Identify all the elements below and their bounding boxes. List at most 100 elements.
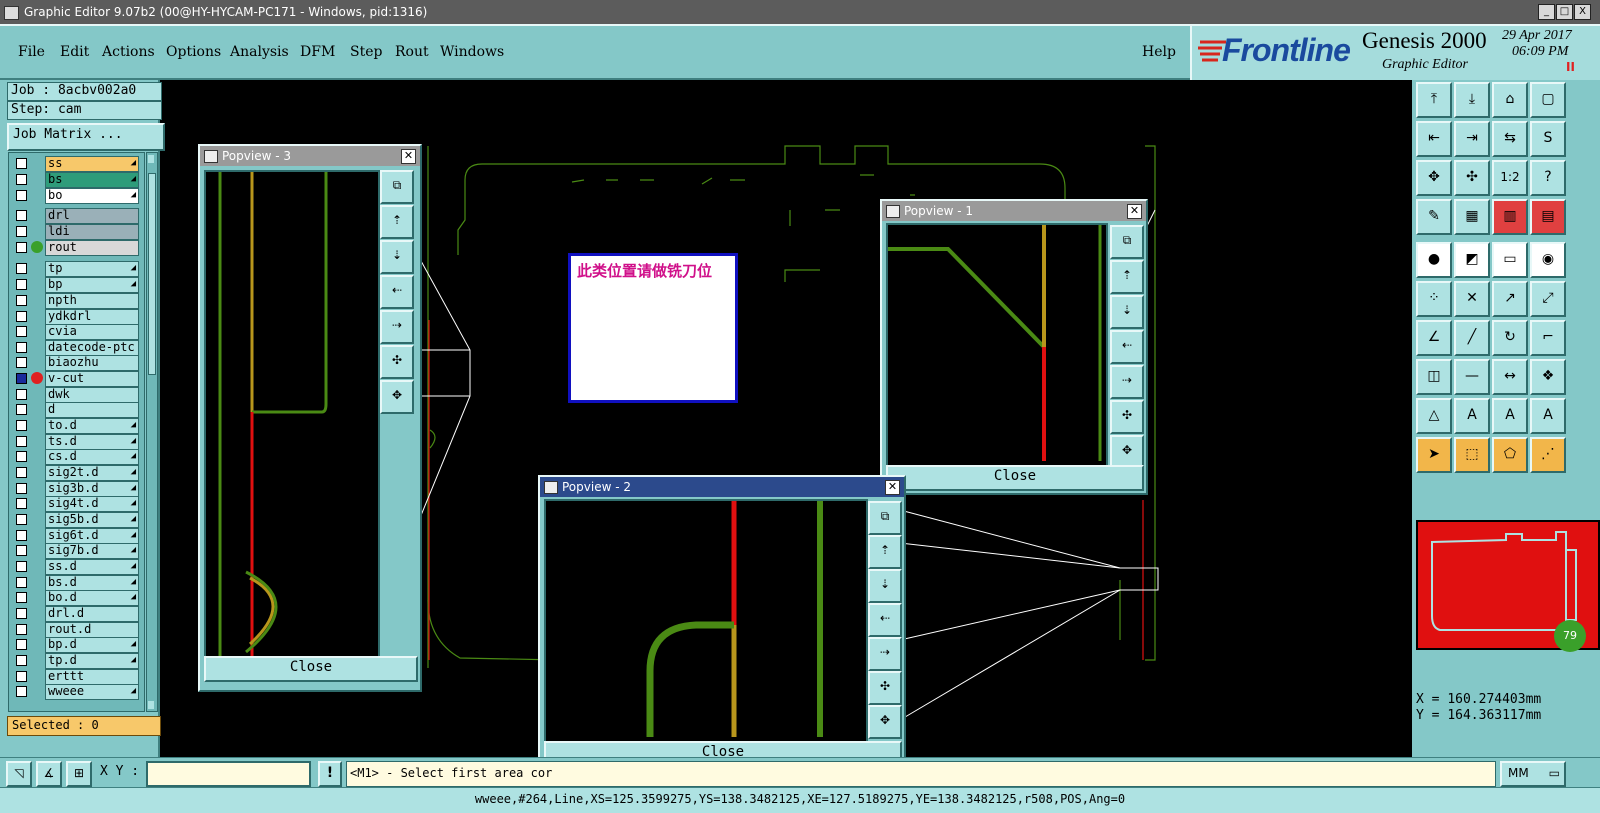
layer-checkbox[interactable]: [16, 311, 27, 322]
layer-checkbox[interactable]: [16, 158, 27, 169]
close-window-button[interactable]: X: [1574, 4, 1591, 20]
popview-zoom-home-icon[interactable]: ✣: [868, 671, 902, 705]
popview-2-canvas[interactable]: [544, 499, 868, 743]
layer-row[interactable]: wweee ◢: [9, 684, 144, 700]
popview-zoom-fit-icon[interactable]: ✥: [1110, 435, 1144, 469]
layer-row[interactable]: bo ◢: [9, 188, 144, 204]
zoom-badge[interactable]: 79: [1554, 620, 1586, 652]
layer-checkbox[interactable]: [16, 210, 27, 221]
layer-features-icon[interactable]: ▤: [1530, 199, 1566, 235]
popview-pan-up-icon[interactable]: ⇡: [868, 535, 902, 569]
popview-pan-right-icon[interactable]: ⇢: [1110, 365, 1144, 399]
add-line-icon[interactable]: ◩: [1454, 242, 1490, 278]
move-to-bottom-icon[interactable]: ⤓: [1454, 82, 1490, 118]
snap-mode-icon[interactable]: ◹: [6, 761, 32, 787]
select-net-icon[interactable]: ⋰: [1530, 437, 1566, 473]
layer-checkbox[interactable]: [16, 530, 27, 541]
scroll-up-arrow-icon[interactable]: [148, 155, 154, 163]
text-edit-icon[interactable]: A: [1492, 398, 1528, 434]
mirror-icon[interactable]: ⇆: [1492, 121, 1528, 157]
menu-edit[interactable]: Edit: [60, 44, 89, 60]
layer-checkbox[interactable]: [16, 226, 27, 237]
ruler-icon[interactable]: ▭: [1492, 242, 1528, 278]
layer-name[interactable]: dwk: [45, 387, 139, 403]
layer-row[interactable]: rout.d: [9, 622, 144, 638]
zoom-out-icon[interactable]: ✣: [1454, 160, 1490, 196]
layer-name[interactable]: tp.d ◢: [45, 653, 139, 669]
layer-row[interactable]: sig2t.d ◢: [9, 465, 144, 481]
zoom-in-icon[interactable]: ✥: [1416, 160, 1452, 196]
layer-checkbox[interactable]: [16, 242, 27, 253]
popview-1-canvas[interactable]: [886, 223, 1108, 467]
layer-name[interactable]: sig7b.d ◢: [45, 543, 139, 559]
scroll-thumb[interactable]: [148, 173, 156, 375]
menu-file[interactable]: File: [18, 44, 45, 60]
layer-name[interactable]: npth: [45, 293, 139, 309]
layer-name[interactable]: d: [45, 402, 139, 418]
overview-map[interactable]: 79: [1416, 520, 1600, 652]
xy-input[interactable]: [146, 761, 311, 787]
layer-checkbox[interactable]: [16, 483, 27, 494]
popview-pan-down-icon[interactable]: ⇣: [868, 569, 902, 603]
move-feature-icon[interactable]: ↗: [1492, 281, 1528, 317]
angle-snap-icon[interactable]: ∡: [36, 761, 62, 787]
popview-1-window[interactable]: Popview - 1 ✕ ⧉ ⇡ ⇣ ⇠ ⇢ ✣ ✥ Close: [880, 199, 1148, 495]
home-icon[interactable]: ⌂: [1492, 82, 1528, 118]
layer-name[interactable]: drl.d: [45, 606, 139, 622]
layer-checkbox[interactable]: [16, 671, 27, 682]
layer-row[interactable]: biaozhu: [9, 355, 144, 371]
select-polygon-icon[interactable]: ⬠: [1492, 437, 1528, 473]
help-icon[interactable]: ?: [1530, 160, 1566, 196]
zoom-one-to-two-icon[interactable]: 1:2: [1492, 160, 1528, 196]
layer-checkbox[interactable]: [16, 295, 27, 306]
resize-icon[interactable]: ◫: [1416, 359, 1452, 395]
surface-icon[interactable]: ◉: [1530, 242, 1566, 278]
layer-list-scrollbar[interactable]: [146, 152, 158, 712]
popview-zoom-home-icon[interactable]: ✣: [380, 345, 414, 379]
layer-row[interactable]: ss ◢: [9, 156, 144, 172]
layer-row[interactable]: sig6t.d ◢: [9, 528, 144, 544]
layer-row[interactable]: dwk: [9, 387, 144, 403]
angle-icon[interactable]: ∠: [1416, 320, 1452, 356]
layer-checkbox[interactable]: [16, 373, 27, 384]
menu-step[interactable]: Step: [350, 44, 382, 60]
layer-display-icon[interactable]: ▥: [1492, 199, 1528, 235]
layer-row[interactable]: datecode-ptc: [9, 340, 144, 356]
popview-zoom-fit-icon[interactable]: ✥: [868, 705, 902, 739]
job-matrix-button[interactable]: Job Matrix ...: [7, 123, 165, 151]
menu-options[interactable]: Options: [166, 44, 221, 60]
layer-row[interactable]: cs.d ◢: [9, 449, 144, 465]
layer-name[interactable]: bp ◢: [45, 277, 139, 293]
layer-row[interactable]: sig5b.d ◢: [9, 512, 144, 528]
layer-name[interactable]: sig2t.d ◢: [45, 465, 139, 481]
layer-checkbox[interactable]: [16, 639, 27, 650]
layer-row[interactable]: drl.d: [9, 606, 144, 622]
popview-pan-left-icon[interactable]: ⇠: [380, 275, 414, 309]
layer-name[interactable]: cs.d ◢: [45, 449, 139, 465]
break-line-icon[interactable]: —: [1454, 359, 1490, 395]
copy-feature-icon[interactable]: ⤢: [1530, 281, 1566, 317]
layer-checkbox[interactable]: [16, 545, 27, 556]
menu-windows[interactable]: Windows: [440, 44, 504, 60]
layer-row[interactable]: bs ◢: [9, 172, 144, 188]
popview-pan-right-icon[interactable]: ⇢: [380, 310, 414, 344]
popview-zoom-fit-icon[interactable]: ✥: [380, 380, 414, 414]
layer-affected-dot[interactable]: [31, 241, 43, 253]
layer-name[interactable]: ts.d ◢: [45, 434, 139, 450]
popview-3-canvas[interactable]: [204, 170, 380, 664]
snap-icon[interactable]: S: [1530, 121, 1566, 157]
layer-checkbox[interactable]: [16, 498, 27, 509]
popview-3-window[interactable]: Popview - 3 ✕ ⧉ ⇡ ⇣ ⇠ ⇢ ✣ ✥ Close: [198, 144, 422, 692]
layer-row[interactable]: sig3b.d ◢: [9, 481, 144, 497]
delete-feature-icon[interactable]: ✕: [1454, 281, 1490, 317]
menu-dfm[interactable]: DFM: [300, 44, 335, 60]
palette-icon[interactable]: ✎: [1416, 199, 1452, 235]
layer-checkbox[interactable]: [16, 389, 27, 400]
layer-row[interactable]: to.d ◢: [9, 418, 144, 434]
move-left-icon[interactable]: ⇤: [1416, 121, 1452, 157]
layer-row[interactable]: rout: [9, 240, 144, 256]
layer-checkbox[interactable]: [16, 624, 27, 635]
select-pointer-icon[interactable]: ➤: [1416, 437, 1452, 473]
popview-3-close-icon[interactable]: ✕: [401, 149, 416, 164]
layer-name[interactable]: v-cut: [45, 371, 139, 387]
